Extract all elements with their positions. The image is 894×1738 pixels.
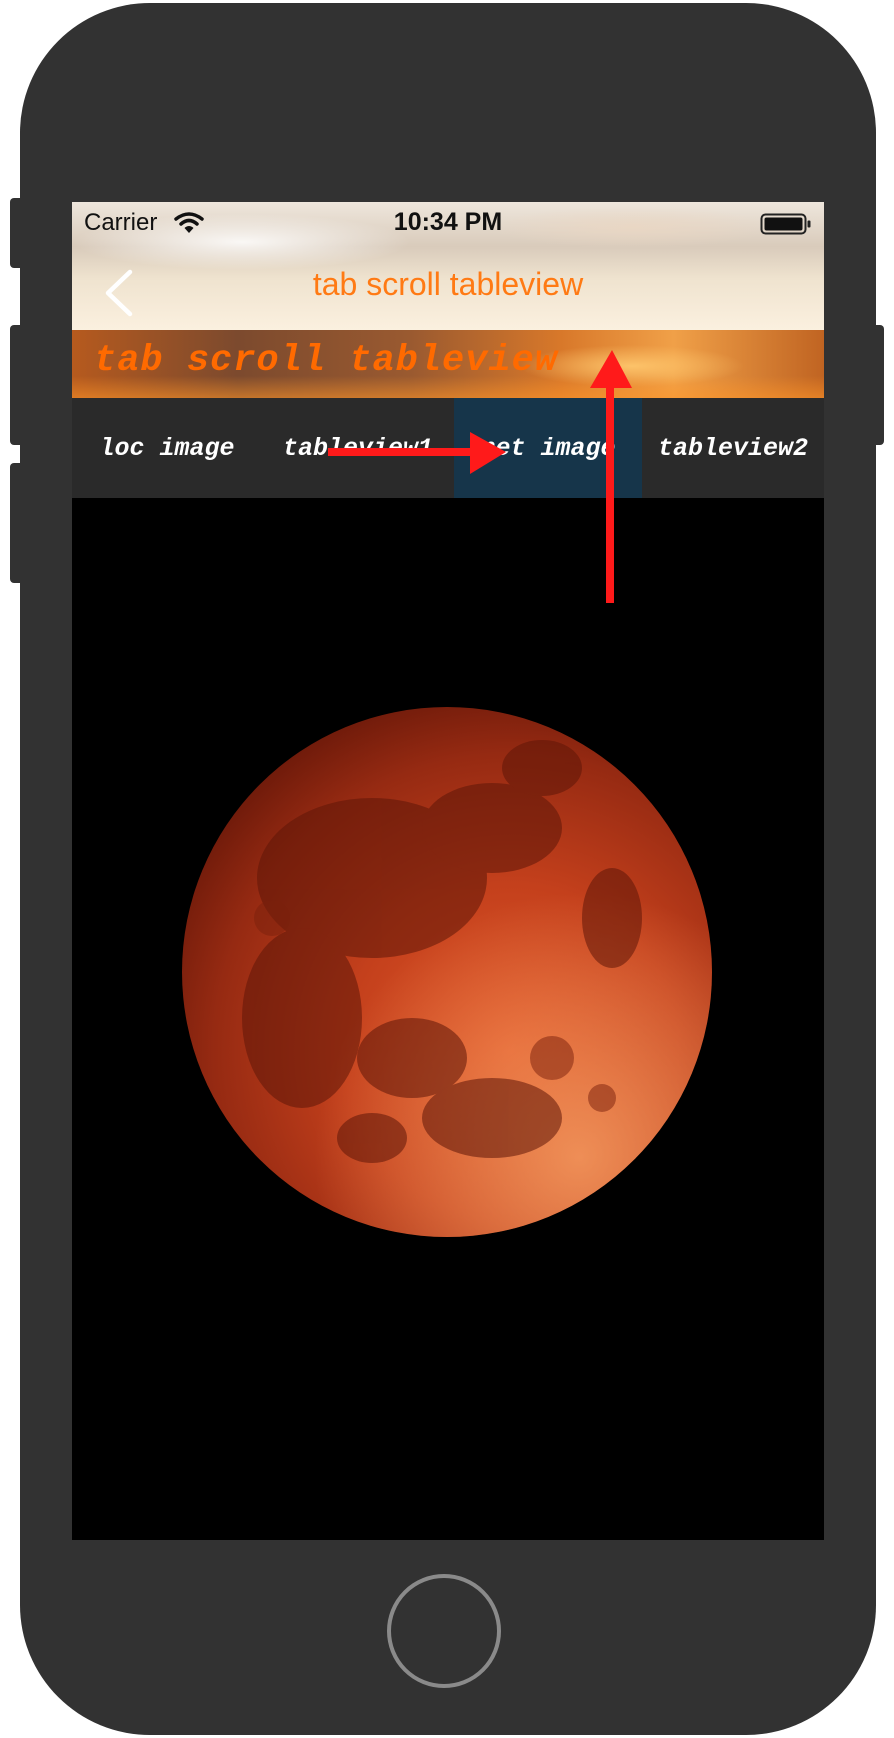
chevron-left-icon xyxy=(100,269,140,322)
home-button[interactable] xyxy=(387,1574,501,1688)
tab-label: net image xyxy=(480,433,616,463)
tab-label: tableview1 xyxy=(282,433,434,463)
screen: Carrier 10:34 PM tab scroll tableview ta… xyxy=(72,202,824,1540)
status-time: 10:34 PM xyxy=(393,208,503,236)
status-bar: Carrier 10:34 PM xyxy=(72,202,824,244)
content-area[interactable] xyxy=(72,498,824,1540)
navigation-bar: Carrier 10:34 PM tab scroll tableview xyxy=(72,202,824,330)
banner-title: tab scroll tableview xyxy=(94,340,559,382)
tab-loc-image[interactable]: loc image xyxy=(72,398,262,498)
nav-title: tab scroll tableview xyxy=(312,266,584,302)
net-image xyxy=(72,498,824,1540)
tab-bar: loc image tableview1 net image tableview… xyxy=(72,398,824,498)
tab-tableview1[interactable]: tableview1 xyxy=(262,398,454,498)
header-banner: tab scroll tableview xyxy=(72,330,824,398)
tab-tableview2[interactable]: tableview2 xyxy=(642,398,824,498)
tab-label: loc image xyxy=(99,433,235,463)
battery-icon xyxy=(760,212,812,241)
moon-image xyxy=(182,707,712,1237)
tab-label: tableview2 xyxy=(657,433,809,463)
tab-net-image[interactable]: net image xyxy=(454,398,642,498)
